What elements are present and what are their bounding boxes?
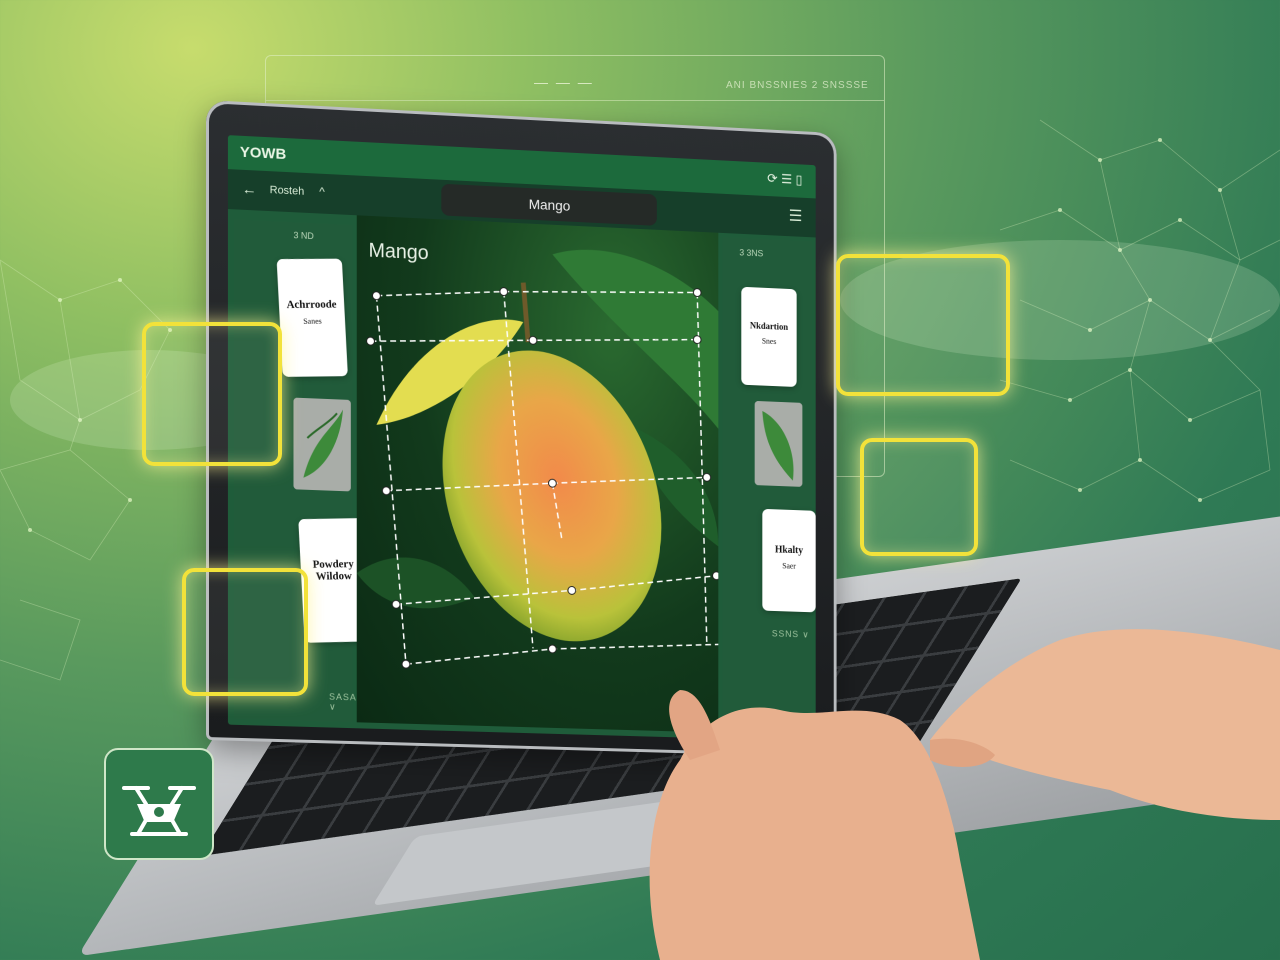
- leaf-thumbnail[interactable]: [755, 401, 803, 487]
- mango-image: [357, 215, 719, 732]
- card-title: Achrroode: [279, 299, 345, 311]
- callout-box-left-lower: [182, 568, 308, 696]
- nav-breadcrumb[interactable]: Rosteh: [270, 184, 305, 198]
- leaf-icon: [755, 401, 803, 487]
- result-card-anthracnose[interactable]: Achrroode Sanes: [277, 259, 348, 377]
- result-card-healthy[interactable]: Hkalty Saer: [762, 509, 815, 613]
- leaf-icon: [293, 398, 350, 492]
- callout-box-right-lower: [860, 438, 978, 556]
- callout-box-right-upper: [836, 254, 1010, 396]
- card-subtitle: Snes: [741, 336, 796, 347]
- topbar-icons[interactable]: ⟳ ☰ ▯: [767, 171, 802, 188]
- right-results-panel: 3 3NS Nkdartion Snes Hkalty Saer SSNS ∨: [722, 237, 812, 735]
- photo-label: Mango: [369, 240, 429, 266]
- app-screen: YOWB ⟳ ☰ ▯ ← Rosteh ^ Mango ☰ 3 ND Achrr…: [228, 135, 816, 741]
- frame-label: ANI BNSSNIES 2 SNSSSE: [726, 80, 869, 91]
- callout-box-left-upper: [142, 322, 282, 466]
- left-panel-header: 3 ND: [293, 230, 313, 241]
- card-subtitle: Saer: [762, 561, 815, 572]
- page-title: Mango: [441, 184, 657, 226]
- chevron-up-icon[interactable]: ^: [319, 185, 325, 199]
- frame-divider: [266, 100, 884, 101]
- drone-app-tile[interactable]: [104, 748, 214, 860]
- card-subtitle: Sanes: [280, 316, 346, 326]
- mango-photo: Mango: [357, 215, 719, 732]
- back-arrow-icon[interactable]: ←: [242, 181, 257, 199]
- app-logo: YOWB: [240, 144, 286, 163]
- menu-icon[interactable]: ☰: [789, 206, 803, 226]
- card-title: Hkalty: [762, 544, 815, 557]
- frame-dash-marks: — — —: [534, 74, 594, 90]
- right-panel-footer[interactable]: SSNS ∨: [772, 629, 810, 641]
- right-panel-header: 3 3NS: [739, 247, 763, 258]
- drone-icon: [106, 750, 212, 858]
- result-card-nutrition[interactable]: Nkdartion Snes: [741, 287, 796, 387]
- leaf-thumbnail[interactable]: [293, 398, 350, 492]
- card-title: Nkdartion: [741, 320, 796, 332]
